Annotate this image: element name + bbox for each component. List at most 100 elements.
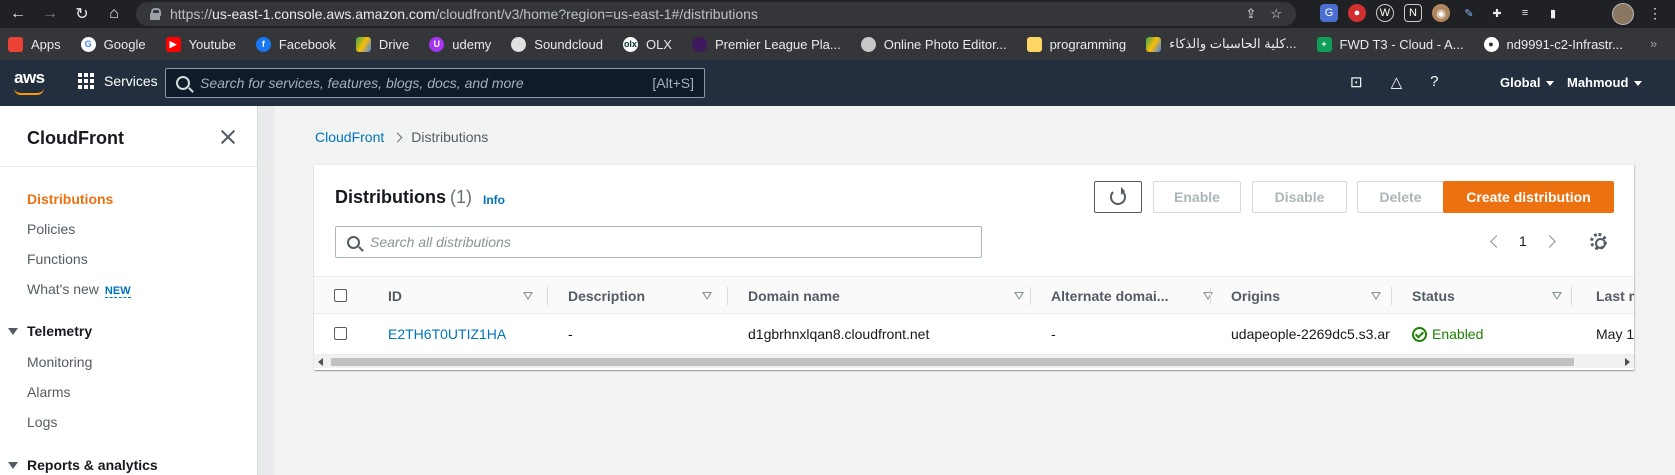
sidebar-item-policies[interactable]: Policies	[27, 221, 75, 237]
row-checkbox[interactable]	[334, 327, 347, 340]
sidebar-section-reports[interactable]: Reports & analytics	[8, 457, 158, 473]
bookmark-google[interactable]: G Google	[80, 36, 146, 52]
expand-triangle-icon	[8, 327, 18, 335]
bookmark-fwd[interactable]: + FWD T3 - Cloud - A...	[1316, 36, 1464, 52]
reload-icon[interactable]: ↻	[68, 0, 96, 28]
cloudshell-icon[interactable]: ⊡	[1350, 73, 1363, 91]
column-header-origins[interactable]: Origins	[1231, 277, 1411, 315]
bookmark-apps[interactable]: Apps	[8, 36, 61, 52]
scroll-right-icon[interactable]	[1625, 358, 1630, 366]
media-queue-icon[interactable]: ≡	[1516, 4, 1534, 22]
sidebar-section-telemetry[interactable]: Telemetry	[8, 323, 92, 339]
refresh-button[interactable]	[1094, 181, 1142, 213]
region-selector[interactable]: Global	[1500, 75, 1555, 90]
sidebar-scrollbar[interactable]	[258, 106, 275, 475]
account-menu[interactable]: Mahmoud	[1567, 75, 1643, 90]
breadcrumb: CloudFront Distributions	[315, 129, 488, 145]
disable-button[interactable]: Disable	[1252, 181, 1347, 213]
column-header-id[interactable]: ID	[388, 277, 538, 315]
column-header-alternate-domains[interactable]: Alternate domai...	[1051, 277, 1231, 315]
sidebar-item-functions[interactable]: Functions	[27, 251, 88, 267]
forward-icon[interactable]: →	[36, 0, 64, 28]
bookmark-olx[interactable]: olx OLX	[622, 36, 672, 52]
column-divider[interactable]	[1030, 287, 1031, 305]
gear-icon[interactable]	[1590, 233, 1607, 250]
aws-smile-icon	[14, 88, 44, 95]
side-panel-icon[interactable]: ▮	[1544, 4, 1562, 22]
aws-logo[interactable]: aws	[14, 68, 45, 95]
global-search-input[interactable]: Search for services, features, blogs, do…	[165, 68, 705, 98]
column-divider[interactable]	[1210, 287, 1211, 305]
extensions-area: G ● W N ◉ ✎ ✚ ≡ ▮	[1320, 4, 1562, 22]
sort-icon	[702, 292, 712, 300]
breadcrumb-cloudfront[interactable]: CloudFront	[315, 129, 384, 145]
home-icon[interactable]: ⌂	[100, 0, 128, 28]
bookmark-youtube[interactable]: ▶ Youtube	[165, 36, 236, 52]
sidebar-item-distributions[interactable]: Distributions	[27, 191, 113, 207]
search-icon	[347, 235, 360, 249]
sidebar-item-logs[interactable]: Logs	[27, 414, 57, 430]
address-bar[interactable]: https://us-east-1.console.aws.amazon.com…	[136, 2, 1296, 26]
enable-button[interactable]: Enable	[1153, 181, 1241, 213]
column-header-last-modified[interactable]: Last m	[1596, 277, 1634, 315]
column-divider[interactable]	[1391, 287, 1392, 305]
facebook-icon: f	[255, 36, 271, 52]
bookmark-facebook[interactable]: f Facebook	[255, 36, 336, 52]
column-header-description[interactable]: Description	[568, 277, 748, 315]
info-link[interactable]: Info	[483, 193, 505, 207]
sidebar-item-monitoring[interactable]: Monitoring	[27, 354, 92, 370]
share-icon[interactable]: ⇪	[1245, 6, 1256, 22]
translate-extension-icon[interactable]: G	[1320, 4, 1338, 22]
current-page[interactable]: 1	[1519, 233, 1527, 249]
sidebar-item-whats-new[interactable]: What's new NEW	[27, 281, 131, 298]
services-menu-button[interactable]: Services	[78, 73, 158, 89]
profile-avatar[interactable]	[1612, 3, 1634, 25]
bookmark-udemy[interactable]: Uudemy	[429, 36, 491, 52]
bookmark-label: nd9991-c2-Infrastr...	[1506, 36, 1623, 52]
notifications-bell-icon[interactable]: △	[1391, 73, 1403, 91]
bookmark-photo-editor[interactable]: Online Photo Editor...	[860, 36, 1007, 52]
bookmark-programming[interactable]: programming	[1026, 36, 1126, 52]
browser-toolbar: ← → ↻ ⌂ https://us-east-1.console.aws.am…	[0, 0, 1675, 28]
chevron-right-icon[interactable]	[1542, 234, 1556, 248]
column-header-status[interactable]: Status	[1412, 277, 1592, 315]
back-icon[interactable]: ←	[4, 0, 32, 28]
create-distribution-button[interactable]: Create distribution	[1443, 181, 1614, 213]
close-icon[interactable]	[219, 128, 237, 146]
column-header-domain-name[interactable]: Domain name	[748, 277, 1038, 315]
new-badge: NEW	[104, 285, 131, 298]
bookmark-drive[interactable]: Drive	[355, 36, 409, 52]
eyes-extension-icon[interactable]: ◉	[1432, 4, 1450, 22]
sidebar-item-alarms[interactable]: Alarms	[27, 384, 71, 400]
select-all-checkbox[interactable]	[334, 289, 347, 302]
bookmarks-overflow[interactable]: »	[1650, 36, 1657, 51]
bookmark-faculty[interactable]: كلية الحاسبات والذكاء...	[1146, 36, 1297, 52]
bookmark-star-icon[interactable]: ☆	[1270, 6, 1282, 22]
red-extension-icon[interactable]: ●	[1348, 4, 1366, 22]
distribution-search-input[interactable]: Search all distributions	[335, 226, 982, 258]
bookmark-soundcloud[interactable]: Soundcloud	[511, 36, 603, 52]
more-menu-icon[interactable]: ⋮	[1648, 5, 1662, 22]
notion-extension-icon[interactable]: N	[1404, 4, 1422, 22]
help-icon[interactable]: ?	[1430, 73, 1438, 91]
chevron-right-icon	[392, 132, 403, 142]
distribution-id-link[interactable]: E2TH6T0UTIZ1HA	[388, 315, 558, 353]
scrollbar-thumb[interactable]	[331, 358, 1574, 366]
status-text: Enabled	[1432, 326, 1484, 342]
bookmark-github[interactable]: ● nd9991-c2-Infrastr...	[1483, 36, 1623, 52]
bookmark-label: FWD T3 - Cloud - A...	[1339, 36, 1464, 52]
table-row[interactable]: E2TH6T0UTIZ1HA - d1gbrhnxlqan8.cloudfron…	[314, 315, 1634, 353]
scroll-left-icon[interactable]	[318, 358, 323, 366]
column-divider[interactable]	[1571, 287, 1572, 305]
w-extension-icon[interactable]: W	[1376, 4, 1394, 22]
column-label: Origins	[1231, 288, 1281, 304]
column-divider[interactable]	[547, 287, 548, 305]
column-divider[interactable]	[727, 287, 728, 305]
table-horizontal-scrollbar[interactable]	[314, 354, 1634, 368]
chevron-left-icon[interactable]	[1490, 234, 1503, 248]
pin-extension-icon[interactable]: ✎	[1460, 4, 1478, 22]
table-header: ID Description Domain name Alternate dom…	[314, 276, 1634, 314]
puzzle-icon[interactable]: ✚	[1488, 4, 1506, 22]
bookmark-premier-league[interactable]: Premier League Pla...	[691, 36, 841, 52]
delete-button[interactable]: Delete	[1357, 181, 1444, 213]
